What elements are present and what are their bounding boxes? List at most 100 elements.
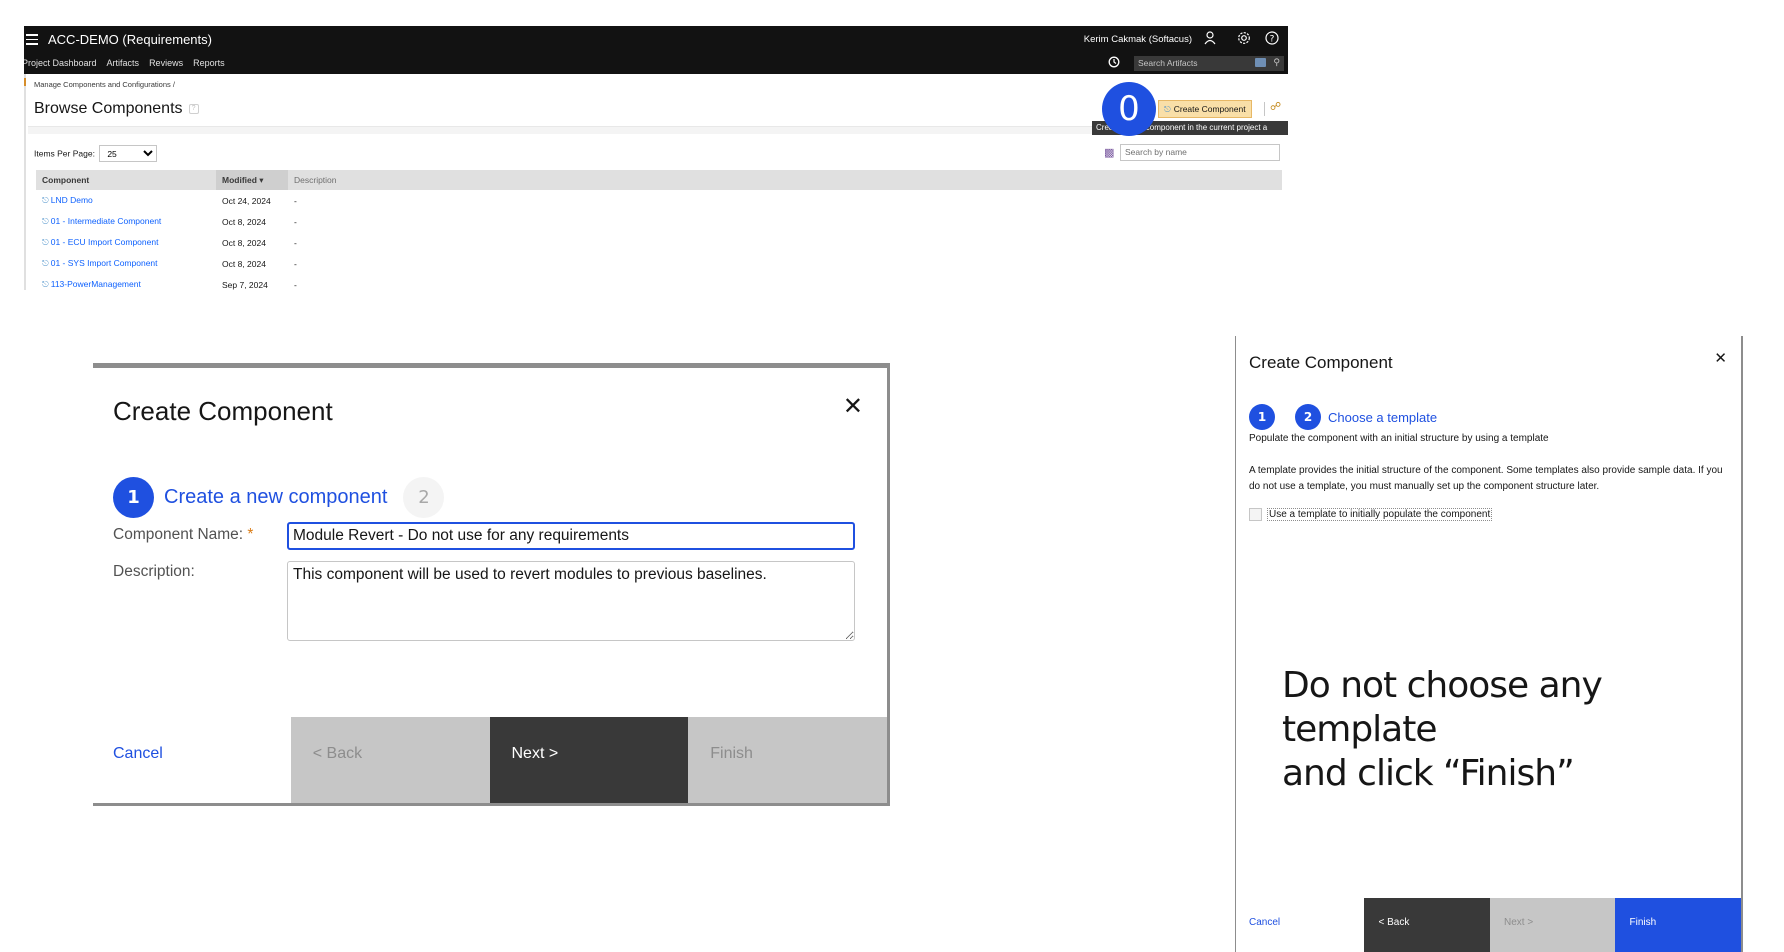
use-template-checkbox-row[interactable]: Use a template to initially populate the…: [1249, 508, 1493, 521]
component-link[interactable]: ⎋ 01 - SYS Import Component: [42, 258, 158, 268]
table-row[interactable]: ⎋ 113-PowerManagement Sep 7, 2024 -: [36, 274, 1282, 290]
component-cell[interactable]: ⎋ LND Demo: [36, 190, 216, 211]
page-title: Browse Components?: [34, 100, 199, 118]
component-name: LND Demo: [50, 195, 93, 205]
top-nav: Project Dashboard Artifacts Reviews Repo…: [24, 58, 225, 68]
step-2-indicator: 2: [1295, 404, 1321, 430]
instruction-line-2: and click “Finish”: [1282, 753, 1575, 794]
component-icon: ⎋: [42, 258, 49, 268]
description-cell: -: [294, 195, 297, 206]
component-link[interactable]: ⎋ 01 - Intermediate Component: [42, 216, 161, 226]
svg-text:?: ?: [1270, 35, 1275, 45]
close-icon[interactable]: ✕: [1714, 349, 1727, 367]
nav-reports[interactable]: Reports: [193, 58, 225, 68]
component-cell[interactable]: ⎋ 01 - ECU Import Component: [36, 232, 216, 253]
wizard-steps: 1 Create a new component 2: [113, 476, 445, 518]
create-component-label: Create Component: [1173, 104, 1246, 114]
component-cell[interactable]: ⎋ 01 - Intermediate Component: [36, 211, 216, 232]
component-cell[interactable]: ⎋ 01 - SYS Import Component: [36, 253, 216, 274]
instruction-annotation: Do not choose any template and click “Fi…: [1282, 664, 1741, 796]
component-icon: ⎋: [42, 195, 49, 205]
component-name-input[interactable]: [287, 522, 855, 550]
search-artifacts-input[interactable]: Search Artifacts ⚲: [1134, 56, 1284, 71]
component-name-label-text: Component Name:: [113, 526, 244, 543]
column-header-component[interactable]: Component: [36, 170, 216, 190]
step-1-label: Create a new component: [164, 485, 388, 508]
component-name: 01 - SYS Import Component: [50, 258, 158, 268]
component-link[interactable]: ⎋ LND Demo: [42, 195, 93, 205]
step-2-label: Choose a template: [1328, 409, 1438, 425]
user-icon[interactable]: [1202, 31, 1218, 47]
table-row[interactable]: ⎋ LND Demo Oct 24, 2024 -: [36, 190, 1282, 211]
nav-reviews[interactable]: Reviews: [149, 58, 183, 68]
wizard-steps: 1 2 Choose a template: [1249, 404, 1437, 430]
description-textarea[interactable]: This component will be used to revert mo…: [287, 561, 855, 641]
search-icon[interactable]: ⚲: [1273, 57, 1280, 68]
modified-cell: Oct 8, 2024: [222, 237, 266, 248]
column-header-description[interactable]: Description: [288, 170, 1282, 190]
use-template-checkbox[interactable]: [1249, 508, 1262, 521]
back-button[interactable]: < Back: [290, 717, 490, 803]
history-icon[interactable]: [1108, 56, 1120, 71]
help-icon[interactable]: ?: [188, 103, 199, 114]
create-component-dialog-step2: Create Component ✕ 1 2 Choose a template…: [1235, 336, 1743, 952]
component-icon: ⎋: [42, 237, 49, 247]
column-header-modified[interactable]: Modified ▾: [216, 170, 288, 190]
description-cell: -: [294, 258, 297, 269]
table-row[interactable]: ⎋ 01 - Intermediate Component Oct 8, 2024 -: [36, 211, 1282, 232]
dialog-title: Create Component: [113, 396, 333, 426]
next-button[interactable]: Next >: [1489, 898, 1616, 952]
gear-icon[interactable]: [1236, 31, 1252, 47]
cancel-button[interactable]: Cancel: [93, 717, 291, 803]
search-by-name-input[interactable]: Search by name: [1120, 144, 1280, 161]
dialog-footer: Cancel < Back Next > Finish: [93, 717, 887, 803]
component-icon: ⎋: [1164, 104, 1171, 114]
components-table: Component Modified ▾ Description ⎋ LND De…: [36, 170, 1282, 290]
step-marker: 0: [1102, 82, 1156, 136]
back-button[interactable]: < Back: [1364, 898, 1490, 952]
close-icon[interactable]: ✕: [843, 392, 863, 421]
items-per-page-label: Items Per Page:: [34, 148, 95, 159]
use-template-checkbox-label[interactable]: Use a template to initially populate the…: [1267, 508, 1493, 521]
create-component-button[interactable]: ⎋ Create Component: [1158, 100, 1252, 118]
component-name: 01 - Intermediate Component: [50, 216, 162, 226]
breadcrumb[interactable]: Manage Components and Configurations /: [34, 80, 175, 89]
component-link[interactable]: ⎋ 01 - ECU Import Component: [42, 237, 158, 247]
description-cell: -: [294, 216, 297, 227]
component-icon: ⎋: [42, 216, 49, 226]
items-per-page-select[interactable]: 25: [99, 145, 158, 162]
artifact-type-filter-icon[interactable]: [1255, 58, 1266, 67]
finish-button[interactable]: Finish: [688, 717, 887, 803]
top-bar: ACC-DEMO (Requirements) Kerim Cakmak (So…: [24, 26, 1288, 74]
hamburger-menu-icon[interactable]: [26, 34, 38, 45]
filter-people-icon[interactable]: ▩: [1104, 146, 1114, 159]
toolbar-divider: [1264, 102, 1265, 116]
step-subtitle: Populate the component with an initial s…: [1249, 433, 1549, 444]
step-2-indicator: 2: [403, 476, 445, 518]
component-cell[interactable]: ⎋ 113-PowerManagement: [36, 274, 216, 290]
component-name: 01 - ECU Import Component: [50, 237, 159, 247]
component-link[interactable]: ⎋ 113-PowerManagement: [42, 279, 141, 289]
component-name: 113-PowerManagement: [50, 279, 141, 289]
user-name[interactable]: Kerim Cakmak (Softacus): [1084, 34, 1192, 45]
template-explanation: A template provides the initial structur…: [1249, 465, 1723, 492]
step-1-indicator: 1: [1249, 404, 1275, 430]
dialog-title: Create Component: [1249, 353, 1393, 372]
modified-cell: Sep 7, 2024: [222, 279, 268, 290]
nav-artifacts[interactable]: Artifacts: [107, 58, 140, 68]
nav-project-dashboard[interactable]: Project Dashboard: [24, 58, 97, 68]
link-icon[interactable]: ☍: [1270, 100, 1281, 113]
next-button[interactable]: Next >: [489, 717, 689, 803]
help-icon[interactable]: ?: [1264, 31, 1280, 47]
table-row[interactable]: ⎋ 01 - ECU Import Component Oct 8, 2024 -: [36, 232, 1282, 253]
browse-components-screenshot: ACC-DEMO (Requirements) Kerim Cakmak (So…: [24, 26, 1288, 290]
cancel-button[interactable]: Cancel: [1236, 898, 1364, 952]
instruction-line-1: Do not choose any template: [1282, 665, 1603, 750]
search-artifacts-placeholder: Search Artifacts: [1138, 58, 1198, 68]
dialog-footer: Cancel < Back Next > Finish: [1236, 898, 1741, 952]
modified-cell: Oct 24, 2024: [222, 195, 271, 206]
finish-button[interactable]: Finish: [1615, 898, 1741, 952]
table-row[interactable]: ⎋ 01 - SYS Import Component Oct 8, 2024 -: [36, 253, 1282, 274]
left-accent-bar: [24, 74, 26, 290]
description-cell: -: [294, 279, 297, 290]
